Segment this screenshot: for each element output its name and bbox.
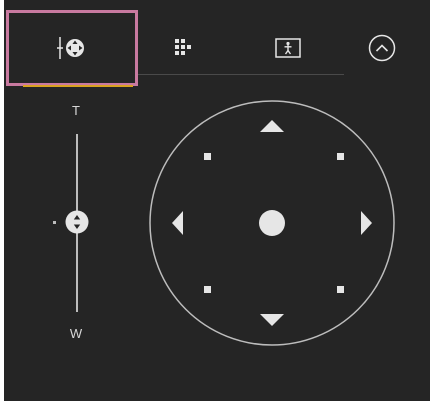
chevron-up-circle-icon: [368, 34, 396, 62]
grid-menu-icon: [175, 39, 191, 55]
zoom-wide-label: W: [69, 326, 83, 341]
collapse-button[interactable]: [362, 10, 402, 86]
down-right-button[interactable]: [337, 286, 344, 293]
frame-person-icon: [275, 38, 301, 58]
home-center-button[interactable]: [259, 210, 285, 236]
pan-tilt-pad[interactable]: [146, 100, 402, 350]
up-right-button[interactable]: [337, 153, 344, 160]
zoom-knob-icon: [65, 210, 89, 234]
down-left-button[interactable]: [204, 286, 211, 293]
pan-left-button[interactable]: [172, 211, 183, 235]
tab-divider: [138, 74, 344, 75]
tab-pan-tilt-zoom[interactable]: [6, 10, 138, 87]
tilt-up-button[interactable]: [260, 120, 284, 132]
ptz-control-panel: T W: [4, 0, 430, 401]
pan-right-button[interactable]: [361, 211, 372, 235]
zoom-tele-label: T: [72, 103, 80, 118]
zoom-slider-knob[interactable]: [64, 209, 90, 235]
tilt-down-button[interactable]: [260, 314, 284, 326]
selected-tab-indicator: [23, 85, 133, 87]
zoom-center-marker: [53, 221, 56, 224]
tab-bar: [4, 0, 430, 87]
up-left-button[interactable]: [204, 153, 211, 160]
ptz-control-icon: [57, 37, 84, 59]
